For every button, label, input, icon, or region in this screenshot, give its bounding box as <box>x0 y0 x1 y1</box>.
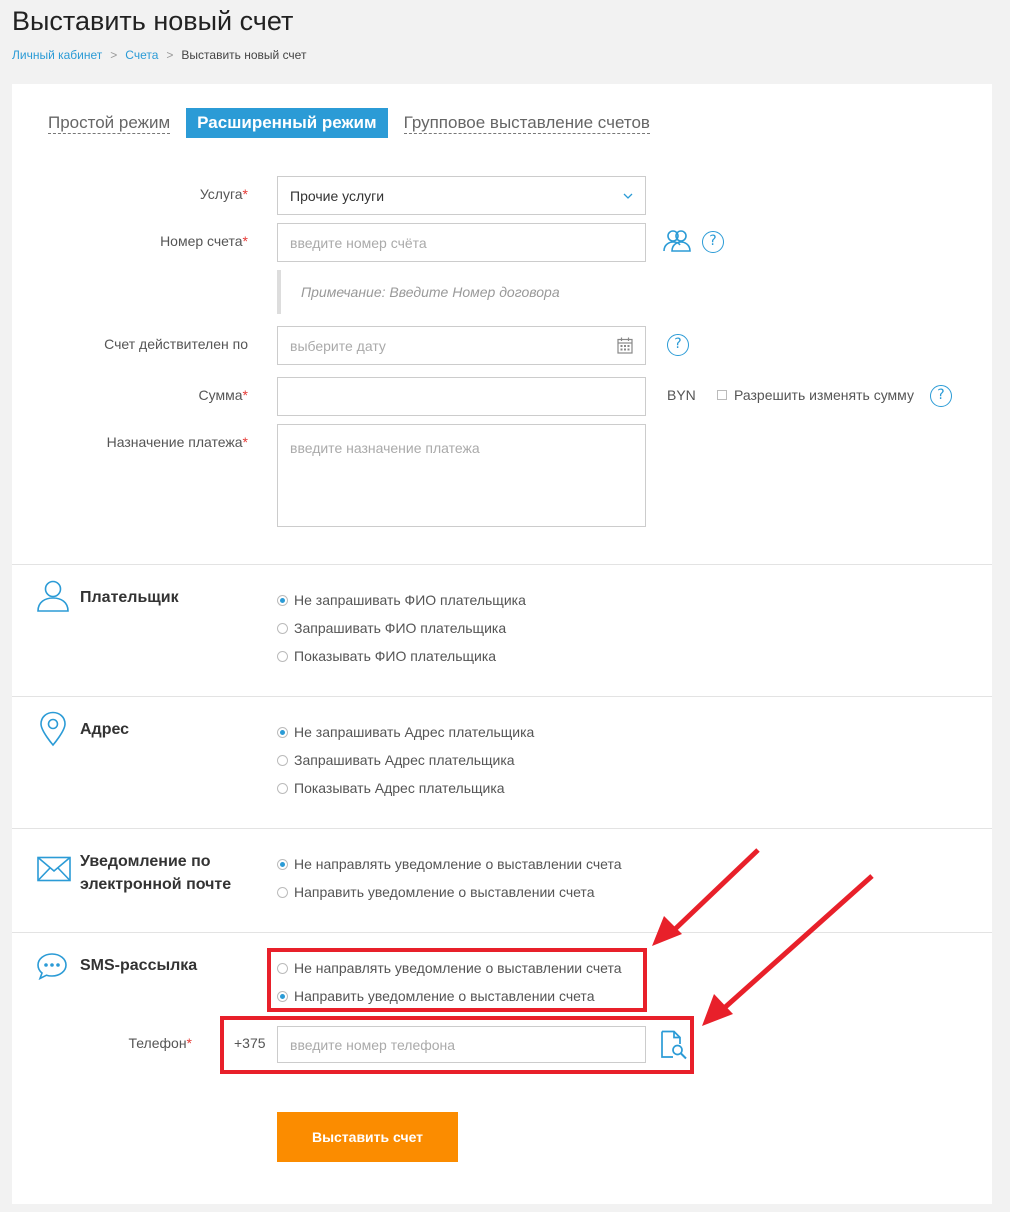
arrow-shaft <box>670 848 760 934</box>
annotation-arrows <box>652 848 874 1026</box>
arrow-shaft <box>720 874 874 1012</box>
arrow-head <box>652 916 682 946</box>
arrow-head <box>702 994 733 1026</box>
